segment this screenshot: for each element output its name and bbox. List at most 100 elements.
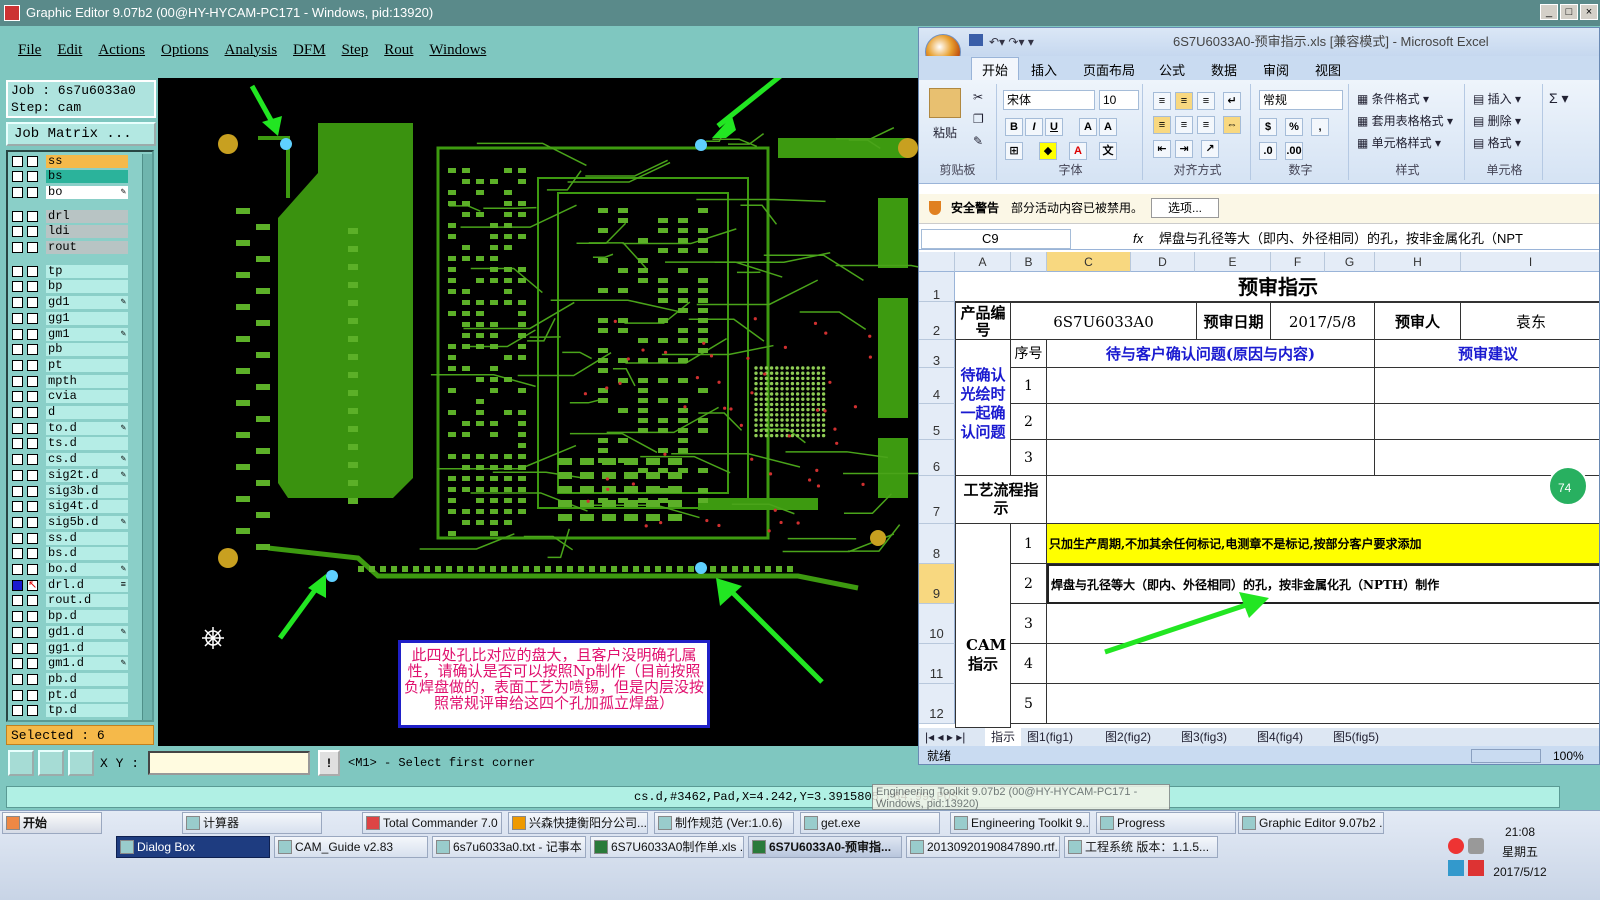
layer-affected-checkbox[interactable] [27,297,38,309]
layer-affected-checkbox[interactable] [27,564,38,575]
shrink-font-icon[interactable]: A [1099,118,1117,136]
layer-row-cvia[interactable]: cvia [12,390,128,404]
layer-name[interactable]: to.d ✎ [46,421,128,435]
task-total-commander[interactable]: Total Commander 7.0 ... [362,812,502,834]
layer-affected-checkbox[interactable] [27,548,38,560]
layer-row-ss[interactable]: ss [12,154,128,168]
layer-row-mpth[interactable]: mpth [12,374,128,388]
layer-affected-checkbox[interactable] [27,469,38,481]
layer-name[interactable]: ts.d [46,437,128,451]
menu-analysis[interactable]: Analysis [225,42,278,59]
menu-edit[interactable]: Edit [57,42,82,59]
menu-actions[interactable]: Actions [98,42,145,59]
layer-row-gg1-d[interactable]: gg1.d [12,641,128,655]
zoom-level[interactable]: 100% [1553,746,1584,764]
layer-row-sig5b-d[interactable]: sig5b.d ✎ [12,515,128,529]
row-header[interactable]: 9 [919,564,955,604]
measure-tool-icon[interactable] [38,750,64,776]
grid-tool-icon[interactable] [68,750,94,776]
column-header[interactable]: F [1271,252,1325,272]
layer-affected-checkbox[interactable] [27,595,38,607]
layer-name[interactable]: tp [46,264,128,278]
column-header[interactable]: D [1131,252,1195,272]
align-bottom-icon[interactable]: ≡ [1197,92,1215,110]
start-button[interactable]: 开始 [2,812,102,834]
layer-checkbox[interactable] [12,407,23,418]
layer-name[interactable]: sig2t.d ✎ [46,468,128,482]
layer-checkbox[interactable] [12,611,23,623]
border-icon[interactable]: ⊞ [1005,142,1023,160]
indent-increase-icon[interactable]: ⇥ [1175,140,1193,158]
layer-affected-checkbox[interactable] [27,611,38,623]
maximize-button[interactable]: □ [1560,4,1578,20]
sheet-tab[interactable]: 指示 [985,728,1022,746]
layer-affected-checkbox[interactable] [27,516,38,528]
layer-checkbox[interactable] [12,391,23,403]
issue-cell[interactable] [1047,368,1375,404]
column-header[interactable]: H [1375,252,1461,272]
layer-checkbox[interactable] [12,422,23,434]
zoom-tool-icon[interactable] [8,750,34,776]
align-left-icon[interactable]: ≡ [1153,116,1171,134]
layer-row-bs-d[interactable]: bs.d [12,547,128,561]
layer-checkbox[interactable] [12,186,23,198]
layer-affected-checkbox[interactable] [27,265,38,277]
layer-row-gm1[interactable]: gm1 ✎ [12,327,128,341]
row-header[interactable]: 10 [919,604,955,644]
row-header[interactable]: 8 [919,524,955,564]
task-spec[interactable]: 制作规范 (Ver:1.0.6) [654,812,794,834]
row-header[interactable]: 1 [919,272,955,302]
target-hole[interactable] [695,139,707,151]
save-icon[interactable] [969,34,983,46]
row-header[interactable]: 2 [919,302,955,340]
layer-affected-checkbox[interactable] [27,391,38,403]
layer-checkbox[interactable] [12,312,23,324]
layer-name[interactable]: gd1 ✎ [46,296,128,310]
layer-checkbox[interactable] [12,226,23,238]
sheet-tab[interactable]: 图1(fig1) [1027,728,1073,746]
advice-cell[interactable] [1375,368,1599,404]
conditional-format-button[interactable]: ▦ 条件格式 ▾ [1357,90,1429,107]
layer-checkbox[interactable] [12,297,23,309]
layer-checkbox[interactable] [12,501,23,513]
row-header[interactable]: 6 [919,440,955,476]
layer-checkbox[interactable] [12,548,23,560]
layer-checkbox[interactable] [12,155,23,167]
row-header[interactable]: 11 [919,644,955,684]
fill-color-icon[interactable]: ◆ [1039,142,1057,160]
layer-name[interactable]: sig5b.d ✎ [46,515,128,529]
format-painter-icon[interactable]: ✎ [973,134,983,148]
layer-affected-checkbox[interactable] [27,186,38,198]
number-format-select[interactable]: 常规 [1259,90,1343,110]
layer-name[interactable]: bp.d [46,610,128,624]
layer-name[interactable]: bs.d [46,547,128,561]
sheet-nav-icon[interactable]: |◂ ◂ ▸ ▸| [925,728,965,746]
paste-button[interactable]: 粘贴 [933,124,957,141]
phonetic-icon[interactable]: 文 [1099,142,1117,160]
task-cam-guide[interactable]: CAM_Guide v2.83 [274,836,428,858]
close-button[interactable]: × [1580,4,1598,20]
layer-row-bs[interactable]: bs [12,170,128,184]
layer-affected-checkbox[interactable] [27,407,38,418]
task-engineering-system[interactable]: 工程系统 版本：1.1.5... [1064,836,1218,858]
layer-name[interactable]: drl.d ≡ [46,578,128,592]
layer-name[interactable]: rout [46,241,128,254]
process-cell[interactable] [1047,476,1599,524]
select-all[interactable] [919,252,955,272]
layer-name[interactable]: gg1 [46,311,128,325]
task-engineering-toolkit[interactable]: Engineering Toolkit 9.... [950,812,1090,834]
menu-rout[interactable]: Rout [384,42,413,59]
target-hole[interactable] [326,570,338,582]
formula-content[interactable]: 焊盘与孔径等大（即内、外径相同）的孔，按非金属化孔（NPT [1159,228,1523,250]
decrease-decimal-icon[interactable]: .00 [1285,142,1303,160]
table-format-button[interactable]: ▦ 套用表格格式 ▾ [1357,112,1453,129]
layer-affected-checkbox[interactable] [27,532,38,544]
layer-checkbox[interactable] [12,171,23,183]
target-hole[interactable] [695,562,707,574]
customize-icon[interactable]: ▾ [1028,35,1034,49]
layer-name[interactable]: bo.d ✎ [46,563,128,576]
layer-row-sig4t-d[interactable]: sig4t.d [12,500,128,514]
font-size-select[interactable]: 10 [1099,90,1139,110]
issue-cell[interactable] [1047,440,1375,476]
merge-icon[interactable]: ⇔ [1223,116,1241,134]
